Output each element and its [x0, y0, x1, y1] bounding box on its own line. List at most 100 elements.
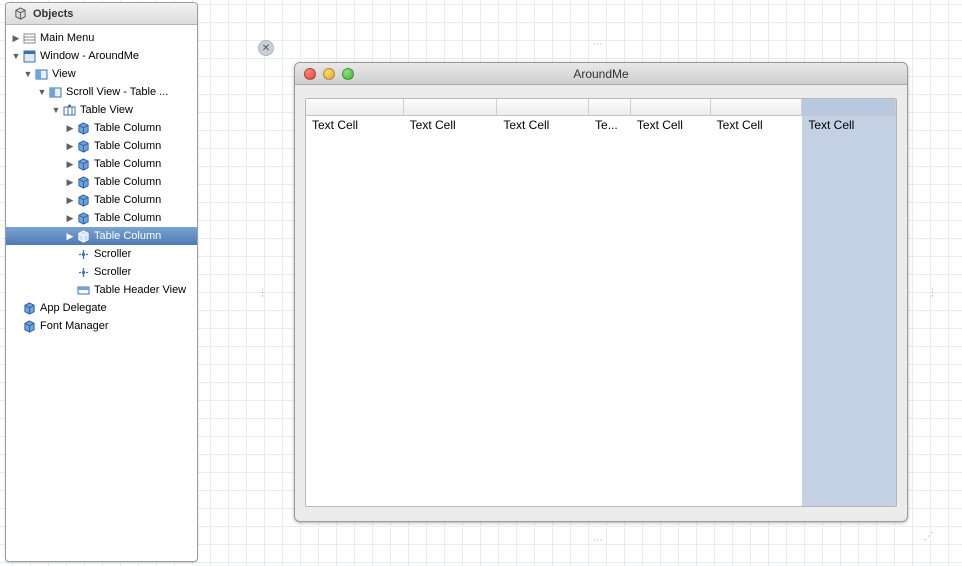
selected-column-body[interactable] [802, 116, 896, 506]
close-icon[interactable]: ✕ [258, 40, 274, 56]
disclosure-down-icon[interactable]: ▼ [10, 50, 22, 62]
tree-item-table-header-view[interactable]: Table Header View [6, 281, 197, 299]
tree-item-window-aroundme[interactable]: ▼ Window - AroundMe [6, 47, 197, 65]
table-cell[interactable]: Text Cell [802, 116, 896, 134]
tree-item-scroller[interactable]: Scroller [6, 263, 197, 281]
tree-item-table-column[interactable]: ▶ Table Column [6, 209, 197, 227]
disclosure-none [64, 266, 76, 278]
tree-item-main-menu[interactable]: ▶ Main Menu [6, 29, 197, 47]
objects-panel-header: Objects [6, 3, 197, 25]
table-cell[interactable]: Te... [589, 116, 631, 134]
disclosure-right-icon[interactable]: ▶ [64, 140, 76, 152]
tree-item-app-delegate[interactable]: App Delegate [6, 299, 197, 317]
tree-item-table-column[interactable]: ▶ Table Column [6, 119, 197, 137]
table-row[interactable]: Text CellText CellText CellTe...Text Cel… [306, 116, 896, 134]
disclosure-none [64, 284, 76, 296]
resize-handle-bottom[interactable]: ⋯ [593, 536, 602, 545]
menu-icon [22, 31, 36, 45]
tree-item-label: Scroller [94, 266, 131, 278]
header-icon [76, 283, 90, 297]
disclosure-none [64, 248, 76, 260]
tree-item-font-manager[interactable]: Font Manager [6, 317, 197, 335]
disclosure-none [10, 302, 22, 314]
tree-item-table-view[interactable]: ▼ Table View [6, 101, 197, 119]
cube-icon [76, 157, 90, 171]
scroller-icon [76, 247, 90, 261]
tree-item-table-column[interactable]: ▶ Table Column [6, 137, 197, 155]
table-cell[interactable]: Text Cell [711, 116, 803, 134]
view-icon [34, 67, 48, 81]
tree-item-label: Table Column [94, 122, 161, 134]
table-column-header[interactable] [306, 99, 404, 115]
disclosure-right-icon[interactable]: ▶ [64, 158, 76, 170]
cube-icon [14, 7, 27, 20]
table-scroll-view[interactable]: Text CellText CellText CellTe...Text Cel… [305, 98, 897, 507]
table-header-row[interactable] [306, 99, 896, 116]
table-column-header[interactable] [631, 99, 711, 115]
tree-item-table-column[interactable]: ▶ Table Column [6, 227, 197, 245]
disclosure-right-icon[interactable]: ▶ [64, 230, 76, 242]
tree-item-scroll-view-table[interactable]: ▼ Scroll View - Table ... [6, 83, 197, 101]
disclosure-none [10, 320, 22, 332]
tree-item-label: Table Column [94, 140, 161, 152]
tree-item-label: Font Manager [40, 320, 108, 332]
tree-item-label: Scroller [94, 248, 131, 260]
preview-window[interactable]: AroundMe Text CellText CellText CellTe..… [294, 62, 908, 522]
cube-icon [76, 175, 90, 189]
disclosure-right-icon[interactable]: ▶ [64, 194, 76, 206]
tree-item-label: Table Column [94, 194, 161, 206]
tree-item-label: Table Column [94, 158, 161, 170]
tree-item-label: Table Header View [94, 284, 186, 296]
resize-handle-top[interactable]: ⋯ [593, 40, 602, 49]
table-column-header[interactable] [711, 99, 803, 115]
objects-panel-title: Objects [33, 8, 73, 20]
tree-item-label: Table View [80, 104, 133, 116]
resize-handle-corner[interactable]: ⋰ [924, 532, 933, 541]
tree-item-label: View [52, 68, 76, 80]
disclosure-down-icon[interactable]: ▼ [50, 104, 62, 116]
scroller-icon [76, 265, 90, 279]
objects-panel: Objects ▶ Main Menu ▼ Window - AroundMe ▼ Vie… [5, 2, 198, 562]
objects-tree[interactable]: ▶ Main Menu ▼ Window - AroundMe ▼ View ▼ Scroll… [6, 25, 197, 339]
tree-item-scroller[interactable]: Scroller [6, 245, 197, 263]
resize-handle-left[interactable]: ⋮ [258, 288, 267, 297]
resize-handle-right[interactable]: ⋮ [928, 288, 937, 297]
disclosure-right-icon[interactable]: ▶ [10, 32, 22, 44]
tree-item-table-column[interactable]: ▶ Table Column [6, 173, 197, 191]
table-cell[interactable]: Text Cell [306, 116, 404, 134]
tree-item-label: Main Menu [40, 32, 94, 44]
disclosure-right-icon[interactable]: ▶ [64, 176, 76, 188]
table-column-header[interactable] [404, 99, 498, 115]
window-titlebar[interactable]: AroundMe [295, 63, 907, 85]
window-title: AroundMe [295, 67, 907, 81]
table-cell[interactable]: Text Cell [631, 116, 711, 134]
table-column-header[interactable] [497, 99, 589, 115]
tree-item-table-column[interactable]: ▶ Table Column [6, 155, 197, 173]
cube-icon [76, 229, 90, 243]
cube-icon [76, 121, 90, 135]
cube-icon [22, 301, 36, 315]
table-icon [62, 103, 76, 117]
tree-item-label: Table Column [94, 176, 161, 188]
cube-icon [76, 211, 90, 225]
cube-icon [76, 139, 90, 153]
disclosure-right-icon[interactable]: ▶ [64, 212, 76, 224]
cube-icon [22, 319, 36, 333]
disclosure-right-icon[interactable]: ▶ [64, 122, 76, 134]
tree-item-view[interactable]: ▼ View [6, 65, 197, 83]
view-icon [48, 85, 62, 99]
cube-icon [76, 193, 90, 207]
tree-item-label: Table Column [94, 230, 161, 242]
tree-item-label: Window - AroundMe [40, 50, 139, 62]
window-icon [22, 49, 36, 63]
table-cell[interactable]: Text Cell [497, 116, 589, 134]
tree-item-table-column[interactable]: ▶ Table Column [6, 191, 197, 209]
table-column-header[interactable] [802, 99, 896, 115]
table-cell[interactable]: Text Cell [404, 116, 498, 134]
disclosure-down-icon[interactable]: ▼ [36, 86, 48, 98]
tree-item-label: App Delegate [40, 302, 107, 314]
disclosure-down-icon[interactable]: ▼ [22, 68, 34, 80]
table-column-header[interactable] [589, 99, 631, 115]
tree-item-label: Scroll View - Table ... [66, 86, 168, 98]
tree-item-label: Table Column [94, 212, 161, 224]
